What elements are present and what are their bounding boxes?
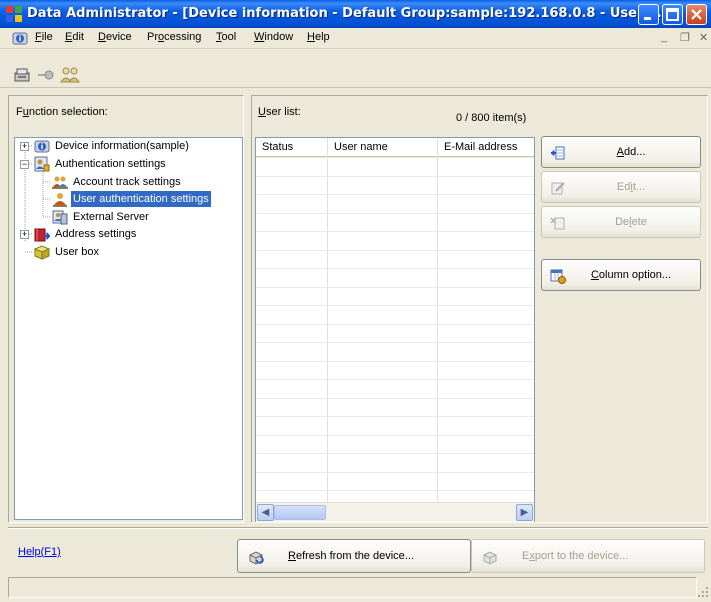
grid-row-line [256,416,534,417]
app-icon [6,6,22,22]
menu-edit[interactable]: Edit [65,31,84,43]
grid-row-line [256,250,534,251]
scroll-right-button[interactable]: ▶ [516,504,533,521]
grid-row-line [256,305,534,306]
grid-row-line [256,398,534,399]
maximize-icon [666,8,679,21]
expand-address-settings-toggle[interactable]: + [20,230,29,239]
column-option-button[interactable]: Column option... [541,259,701,291]
collapse-authentication-toggle[interactable]: − [20,160,29,169]
menu-help[interactable]: Help [307,31,330,43]
column-header-status[interactable]: Status [256,138,328,157]
device-toolbar-icon[interactable] [13,67,31,83]
refresh-from-device-button[interactable]: Refresh from the device... [237,539,471,573]
close-button[interactable] [686,4,707,25]
grid-row-line [256,176,534,177]
window-title: Data Administrator - [Device information… [27,6,672,21]
user-box-icon [34,245,50,260]
external-server-icon [52,210,68,225]
status-bar [8,577,697,598]
add-button[interactable]: Add... [541,136,701,168]
grid-row-line [256,268,534,269]
help-link[interactable]: Help(F1) [18,546,61,558]
grid-row-line [256,324,534,325]
mdi-close-button[interactable]: ✕ [699,31,708,44]
address-book-icon [34,228,50,242]
users-toolbar-icon[interactable] [60,66,80,84]
user-list-label: User list: [258,106,301,118]
grid-row-line [256,472,534,473]
edit-button[interactable]: Edit... [541,171,701,203]
export-device-icon [483,551,497,565]
menu-processing[interactable]: Processing [147,31,201,43]
toolbar [0,49,711,88]
grid-row-line [256,231,534,232]
close-icon [691,9,702,20]
grid-row-line [256,213,534,214]
resize-grip-icon[interactable] [697,586,709,598]
grid-row-line [256,361,534,362]
export-to-device-button[interactable]: Export to the device... [471,539,705,573]
menu-window[interactable]: Window [254,31,293,43]
column-divider [327,138,328,503]
function-selection-label: Function selection: [16,106,108,118]
expand-device-info-toggle[interactable]: + [20,142,29,151]
column-header-email[interactable]: E-Mail address [438,138,534,157]
scroll-thumb[interactable] [274,505,326,520]
scroll-left-button[interactable]: ◀ [257,504,274,521]
bottom-separator [8,527,708,529]
maximize-button[interactable] [662,4,683,25]
menu-tool[interactable]: Tool [216,31,236,43]
refresh-device-icon [249,551,264,565]
menu-file[interactable]: File [35,31,53,43]
document-info-icon[interactable] [12,30,28,46]
authentication-icon [34,156,50,172]
pane-splitter[interactable] [245,95,250,523]
delete-button[interactable]: Delete [541,206,701,238]
column-header-user-name[interactable]: User name [328,138,438,157]
minimize-button[interactable] [638,4,659,25]
mdi-minimize-button[interactable]: _ [661,31,667,43]
grid-row-line [256,435,534,436]
account-track-icon [52,176,68,189]
connect-toolbar-icon[interactable] [37,67,55,83]
horizontal-scrollbar[interactable]: ◀ ▶ [256,502,534,522]
grid-row-line [256,453,534,454]
function-tree[interactable]: + − + Device information(sample) Authent… [14,137,243,520]
user-auth-icon [53,193,67,207]
device-info-icon [34,140,50,153]
grid-row-line [256,342,534,343]
grid-row-line [256,157,534,158]
grid-row-line [256,287,534,288]
menu-device[interactable]: Device [98,31,132,43]
column-divider [437,138,438,503]
grid-row-line [256,379,534,380]
mdi-restore-button[interactable]: ❐ [680,31,690,44]
user-list-grid[interactable]: Status User name E-Mail address [255,137,535,522]
item-count: 0 / 800 item(s) [456,112,527,124]
grid-row-line [256,194,534,195]
grid-row-line [256,490,534,491]
minimize-icon [644,17,651,20]
